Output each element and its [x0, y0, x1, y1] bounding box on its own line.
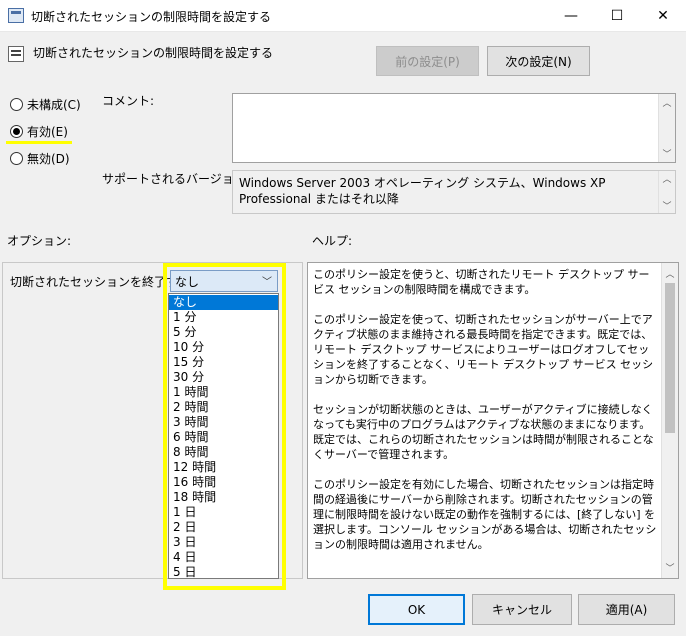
- supported-scrollbar[interactable]: ︿ ﹀: [658, 171, 675, 213]
- comment-label: コメント:: [102, 94, 155, 108]
- help-label: ヘルプ:: [312, 234, 353, 248]
- dropdown-item[interactable]: なし: [169, 295, 278, 310]
- dropdown-item[interactable]: 30 分: [169, 370, 278, 385]
- chevron-down-icon: ﹀: [262, 277, 272, 288]
- radio-label: 無効(D): [27, 152, 70, 166]
- policy-icon: [8, 8, 24, 23]
- scroll-down-icon[interactable]: ﹀: [659, 147, 675, 160]
- radio-label: 未構成(C): [27, 98, 81, 112]
- scroll-down-icon[interactable]: ﹀: [659, 199, 675, 212]
- help-panel: このポリシー設定を使うと、切断されたリモート デスクトップ サービス セッション…: [307, 262, 679, 579]
- dropdown-list: なし 1 分5 分 10 分 15 分 30 分1 時間 2 時間 3 時間 6 時間 8 時間…: [169, 294, 278, 580]
- radio-circle: [10, 152, 23, 165]
- next-setting-button[interactable]: 次の設定(N): [487, 46, 590, 76]
- dropdown-item[interactable]: 12 時間: [169, 460, 278, 475]
- radio-label: 有効(E): [27, 125, 68, 139]
- comment-scrollbar[interactable]: ︿ ﹀: [658, 94, 675, 162]
- timeout-dropdown[interactable]: なし 1 分5 分 10 分 15 分 30 分1 時間 2 時間 3 時間 6 時間 8 時間…: [168, 293, 279, 579]
- dropdown-item[interactable]: 4 日: [169, 550, 278, 565]
- dropdown-item[interactable]: 16 時間: [169, 475, 278, 490]
- apply-button[interactable]: 適用(A): [578, 594, 675, 625]
- window-title: 切断されたセッションの制限時間を設定する: [31, 10, 272, 24]
- setting-icon: [8, 46, 24, 62]
- radio-not-configured[interactable]: 未構成(C): [10, 96, 81, 113]
- dropdown-item[interactable]: 10 分: [169, 340, 278, 355]
- scroll-thumb[interactable]: [665, 283, 675, 433]
- dropdown-item[interactable]: 15 分: [169, 355, 278, 370]
- dropdown-item[interactable]: 1 日: [169, 505, 278, 520]
- dropdown-item[interactable]: 8 時間: [169, 445, 278, 460]
- dropdown-item[interactable]: 1 分: [169, 310, 278, 325]
- help-scrollbar[interactable]: ︿ ﹀: [661, 263, 678, 578]
- radio-circle: [10, 98, 23, 111]
- maximize-button[interactable]: ☐: [594, 0, 640, 32]
- dropdown-item[interactable]: 3 日: [169, 535, 278, 550]
- title-bar: 切断されたセッションの制限時間を設定する — ☐ ✕: [0, 0, 686, 32]
- radio-enabled[interactable]: 有効(E): [10, 123, 68, 140]
- scroll-down-icon[interactable]: ﹀: [662, 561, 678, 574]
- help-text: このポリシー設定を使うと、切断されたリモート デスクトップ サービス セッション…: [313, 268, 657, 551]
- supported-box: Windows Server 2003 オペレーティング システム、Window…: [232, 170, 676, 214]
- dropdown-item[interactable]: 5 日: [169, 565, 278, 580]
- cancel-button[interactable]: キャンセル: [472, 594, 572, 625]
- dropdown-item[interactable]: 6 時間: [169, 430, 278, 445]
- options-label: オプション:: [7, 234, 72, 248]
- minimize-button[interactable]: —: [548, 0, 594, 32]
- supported-text: Windows Server 2003 オペレーティング システム、Window…: [239, 176, 606, 206]
- supported-label: サポートされるバージョン:: [102, 172, 250, 186]
- dropdown-item[interactable]: 1 時間: [169, 385, 278, 400]
- radio-circle-checked: [10, 125, 23, 138]
- scroll-up-icon[interactable]: ︿: [659, 172, 675, 185]
- highlight-underline: [6, 141, 72, 144]
- radio-disabled[interactable]: 無効(D): [10, 150, 70, 167]
- dropdown-item[interactable]: 2 日: [169, 520, 278, 535]
- dropdown-item[interactable]: 5 分: [169, 325, 278, 340]
- scroll-up-icon[interactable]: ︿: [662, 267, 678, 280]
- dropdown-item[interactable]: 18 時間: [169, 490, 278, 505]
- ok-button[interactable]: OK: [368, 594, 465, 625]
- timeout-select[interactable]: なし ﹀: [170, 270, 278, 292]
- close-button[interactable]: ✕: [640, 0, 686, 32]
- prev-setting-button[interactable]: 前の設定(P): [376, 46, 479, 76]
- select-value: なし: [175, 274, 200, 289]
- scroll-up-icon[interactable]: ︿: [659, 96, 675, 109]
- dropdown-item[interactable]: 2 時間: [169, 400, 278, 415]
- comment-field[interactable]: ︿ ﹀: [232, 93, 676, 163]
- setting-title: 切断されたセッションの制限時間を設定する: [33, 46, 274, 60]
- dropdown-item[interactable]: 3 時間: [169, 415, 278, 430]
